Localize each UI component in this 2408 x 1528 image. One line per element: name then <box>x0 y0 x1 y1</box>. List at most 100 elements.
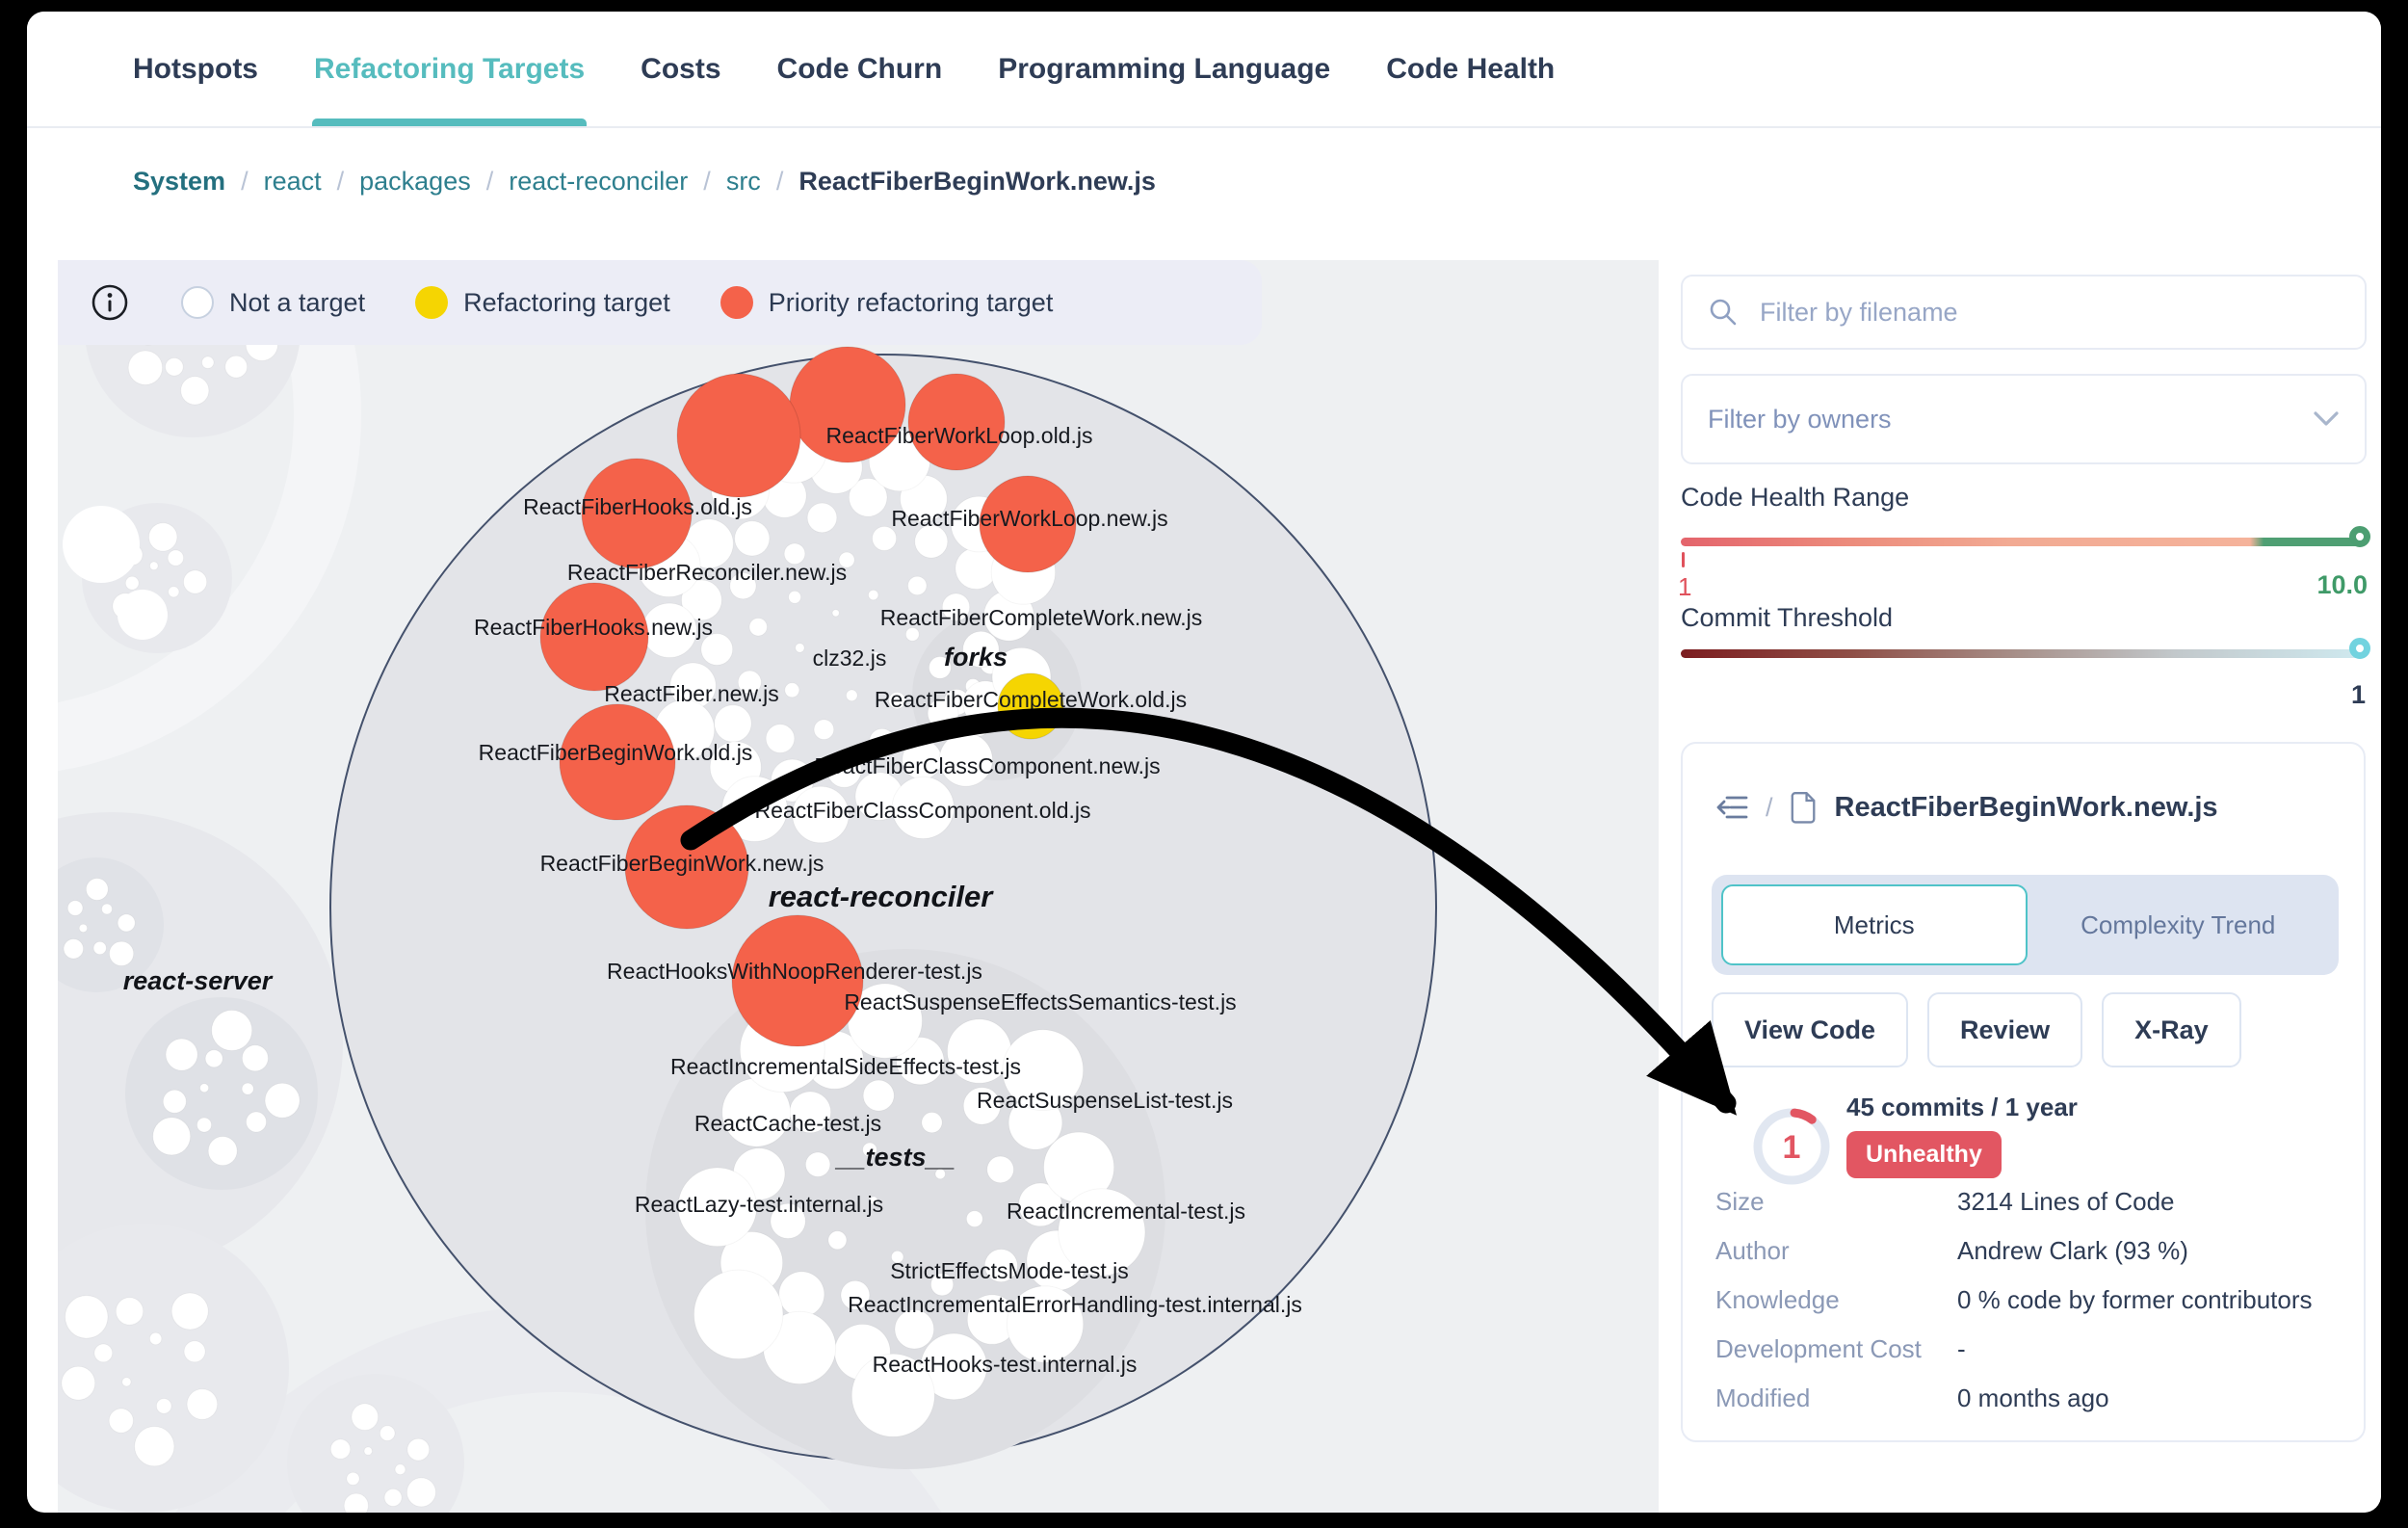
detail-row-size: Size3214 Lines of Code <box>1715 1177 2335 1226</box>
file-action-buttons: View Code Review X-Ray <box>1712 992 2241 1067</box>
file-bubble-unlabeled <box>395 1464 406 1475</box>
code-health-max-value: 10.0 <box>2316 570 2368 600</box>
legend-item-priority-refactoring-target: Priority refactoring target <box>720 286 1054 319</box>
file-card-title: ReactFiberBeginWork.new.js <box>1835 792 2218 824</box>
file-bubble-unlabeled <box>247 1112 267 1132</box>
detail-value: 0 months ago <box>1957 1383 2335 1413</box>
file-bubble-item[interactable] <box>908 374 1005 470</box>
info-icon[interactable] <box>89 281 131 324</box>
file-bubble-unlabeled <box>807 503 837 533</box>
file-bubble-unlabeled <box>118 914 135 932</box>
file-bubble-unlabeled <box>93 941 106 954</box>
filename-filter-input[interactable] <box>1760 298 2340 328</box>
file-bubble-unlabeled <box>150 562 159 570</box>
detail-label: Size <box>1715 1187 1957 1217</box>
legend-swatch-icon <box>181 286 214 319</box>
bubble-chart-svg[interactable]: ReactFiberWorkLoop.old.jsReactFiberWorkL… <box>58 260 1659 1513</box>
code-health-gauge: 1 <box>1751 1106 1832 1187</box>
file-bubble-unlabeled <box>242 1045 268 1071</box>
file-label-reactfibercompletework-old-js: ReactFiberCompleteWork.old.js <box>875 687 1187 712</box>
code-health-range-slider[interactable] <box>1681 538 2367 546</box>
commit-threshold-handle[interactable] <box>2349 638 2370 659</box>
file-bubble-unlabeled <box>330 1439 350 1459</box>
x-ray-button[interactable]: X-Ray <box>2102 992 2241 1067</box>
detail-row-modified: Modified0 months ago <box>1715 1374 2335 1423</box>
file-label-reactfiberhooks-new-js: ReactFiberHooks.new.js <box>474 615 713 640</box>
file-label-reacthookswithnooprenderer-test-js: ReactHooksWithNoopRenderer-test.js <box>607 959 982 984</box>
file-label-reactfiberhooks-old-js: ReactFiberHooks.old.js <box>523 494 752 519</box>
file-label-reactincremental-test-js: ReactIncremental-test.js <box>1007 1199 1245 1224</box>
code-health-range-handle[interactable] <box>2349 526 2370 547</box>
file-label-reactfibercompletework-new-js: ReactFiberCompleteWork.new.js <box>880 605 1202 630</box>
detail-row-author: AuthorAndrew Clark (93 %) <box>1715 1226 2335 1276</box>
file-bubble-unlabeled <box>922 1113 942 1133</box>
detail-value: 3214 Lines of Code <box>1957 1187 2335 1217</box>
file-bubble-unlabeled <box>796 644 804 652</box>
file-label-reactfiberbeginwork-old-js: ReactFiberBeginWork.old.js <box>479 740 753 765</box>
breadcrumb-packages[interactable]: packages <box>359 167 471 197</box>
file-bubble-unlabeled <box>166 1039 197 1070</box>
refactoring-bubble-chart[interactable]: ReactFiberWorkLoop.old.jsReactFiberWorkL… <box>58 260 1659 1513</box>
legend-label: Priority refactoring target <box>769 288 1054 318</box>
file-bubble-unlabeled <box>715 705 751 742</box>
breadcrumb-separator: / <box>241 167 249 197</box>
file-label-reactfiber-new-js: ReactFiber.new.js <box>604 681 779 706</box>
legend-item-not-a-target: Not a target <box>181 286 365 319</box>
view-code-button[interactable]: View Code <box>1712 992 1908 1067</box>
breadcrumb-react[interactable]: react <box>264 167 322 197</box>
file-icon <box>1789 790 1819 825</box>
card-separator: / <box>1766 793 1773 823</box>
file-bubble-unlabeled <box>908 576 927 594</box>
filename-filter <box>1681 275 2367 350</box>
breadcrumb-system[interactable]: System <box>133 167 225 197</box>
file-label-reacthooks-test-internal-js: ReactHooks-test.internal.js <box>873 1352 1138 1377</box>
review-button[interactable]: Review <box>1927 992 2082 1067</box>
file-label-reactfiberreconciler-new-js: ReactFiberReconciler.new.js <box>567 560 847 585</box>
tab-code-churn[interactable]: Code Churn <box>777 12 943 126</box>
tab-hotspots[interactable]: Hotspots <box>133 12 258 126</box>
file-bubble-unlabeled <box>187 1389 218 1420</box>
file-bubble-unlabeled <box>384 1488 402 1506</box>
file-bubble-unlabeled <box>225 356 248 378</box>
file-bubble-item[interactable] <box>677 374 800 497</box>
tab-refactoring-targets[interactable]: Refactoring Targets <box>314 12 585 126</box>
package-label-forks: forks <box>944 643 1008 672</box>
file-bubble-unlabeled <box>805 1152 829 1176</box>
breadcrumb-react-reconciler[interactable]: react-reconciler <box>509 167 688 197</box>
file-bubble-unlabeled <box>406 1478 435 1507</box>
breadcrumb-src[interactable]: src <box>726 167 761 197</box>
file-bubble-unlabeled <box>212 1011 252 1051</box>
commits-summary: 45 commits / 1 year <box>1846 1093 2078 1122</box>
file-label-reactfiberbeginwork-new-js: ReactFiberBeginWork.new.js <box>540 851 824 876</box>
owners-filter-placeholder: Filter by owners <box>1708 405 1892 435</box>
legend-item-refactoring-target: Refactoring target <box>415 286 670 319</box>
tab-metrics[interactable]: Metrics <box>1721 884 2028 965</box>
file-bubble-unlabeled <box>205 1050 222 1067</box>
commit-threshold-slider[interactable] <box>1681 649 2367 658</box>
owners-filter-select[interactable]: Filter by owners <box>1681 374 2367 464</box>
breadcrumb-separator: / <box>486 167 494 197</box>
file-label-reactsuspenseeffectssemantics-test-js: ReactSuspenseEffectsSemantics-test.js <box>844 989 1236 1014</box>
back-to-list-icon[interactable] <box>1715 791 1750 824</box>
file-detail-rows: Size3214 Lines of CodeAuthorAndrew Clark… <box>1715 1177 2335 1423</box>
code-health-min-tick <box>1682 552 1685 567</box>
tab-costs[interactable]: Costs <box>641 12 720 126</box>
file-bubble-unlabeled <box>735 521 770 556</box>
file-bubble-unlabeled <box>102 904 113 914</box>
file-label-reactsuspenselist-test-js: ReactSuspenseList-test.js <box>977 1088 1233 1113</box>
package-label-react-reconciler: react-reconciler <box>769 880 995 913</box>
tab-complexity-trend[interactable]: Complexity Trend <box>2028 884 2330 965</box>
file-bubble-unlabeled <box>380 1426 395 1441</box>
tab-programming-language[interactable]: Programming Language <box>998 12 1330 126</box>
file-bubble-unlabeled <box>344 1493 368 1513</box>
file-bubble-unlabeled <box>197 1118 212 1132</box>
file-bubble-unlabeled <box>122 1378 131 1386</box>
breadcrumb-separator: / <box>776 167 784 197</box>
file-bubble-unlabeled <box>208 1137 237 1166</box>
tab-code-health[interactable]: Code Health <box>1386 12 1555 126</box>
legend-swatch-icon <box>720 286 753 319</box>
breadcrumb-separator: / <box>337 167 345 197</box>
file-card-header: / ReactFiberBeginWork.new.js <box>1715 790 2218 825</box>
file-bubble-unlabeled <box>407 1438 430 1461</box>
file-bubble-unlabeled <box>870 728 895 753</box>
